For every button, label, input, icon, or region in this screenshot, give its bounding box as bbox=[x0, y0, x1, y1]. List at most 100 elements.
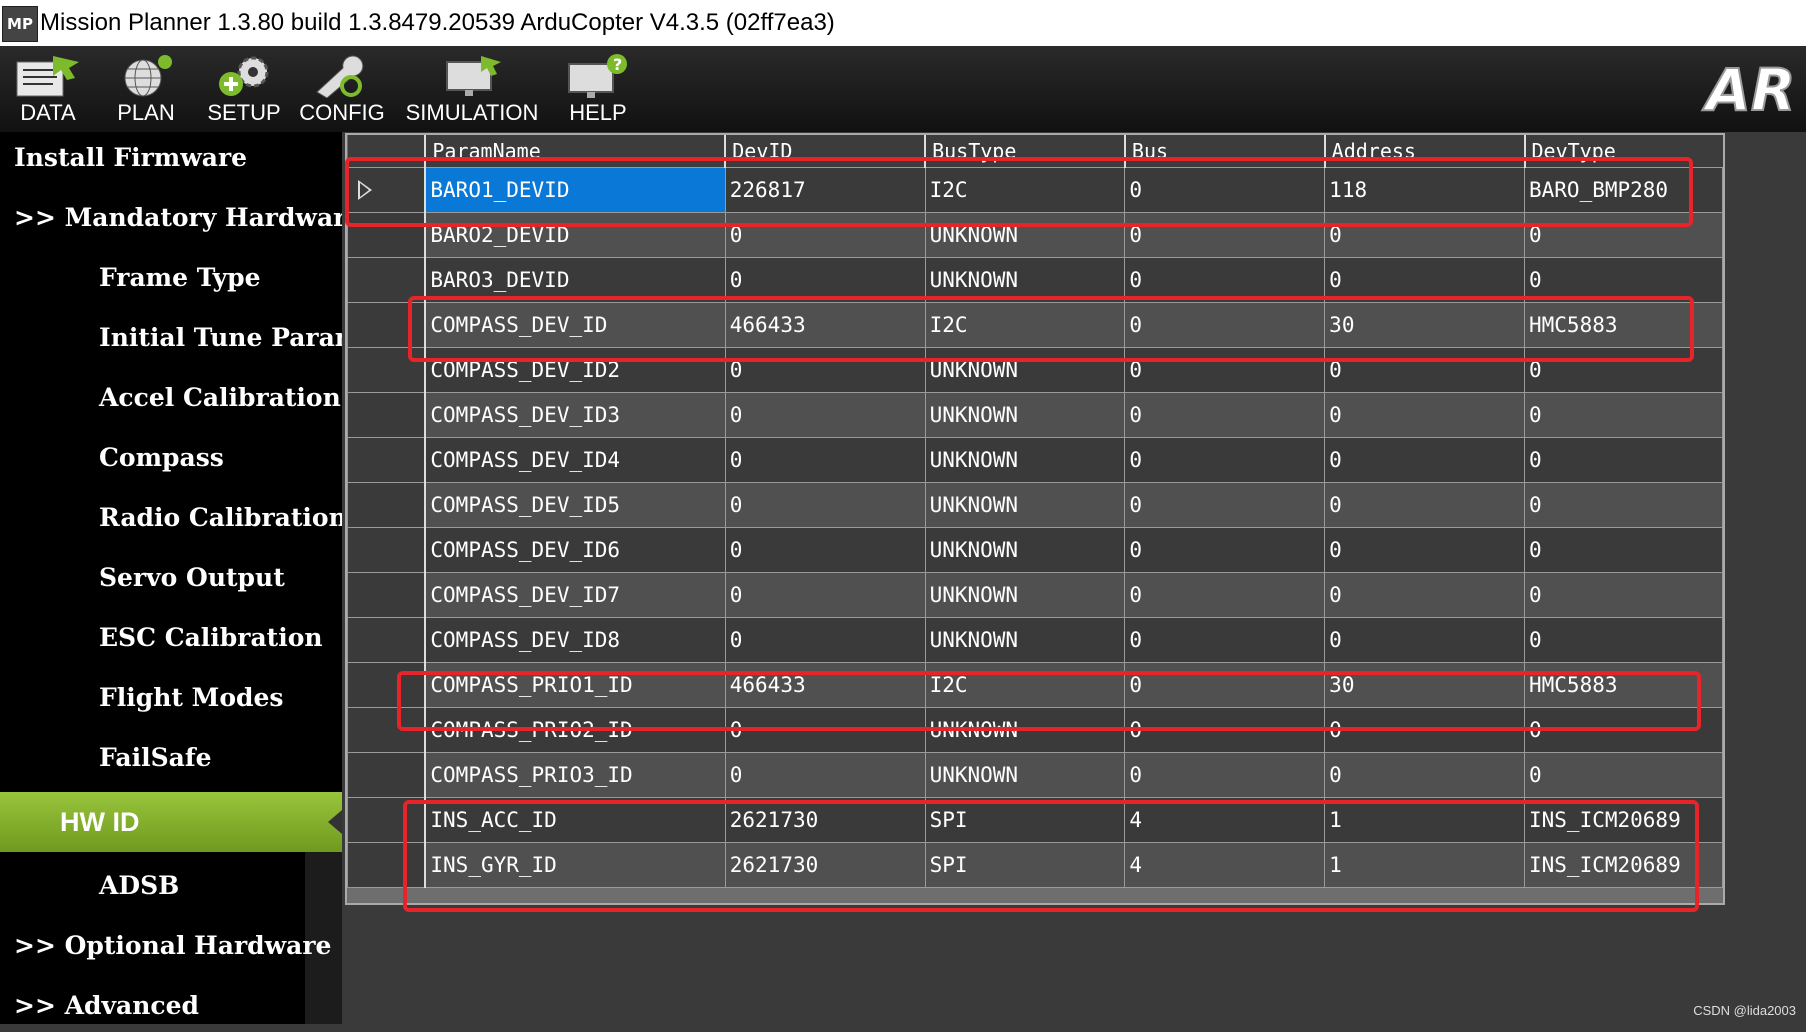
column-header[interactable]: BusType bbox=[924, 135, 1125, 168]
table-cell[interactable]: 1 bbox=[1324, 842, 1525, 888]
table-cell[interactable]: COMPASS_DEV_ID5 bbox=[424, 482, 726, 528]
table-cell[interactable]: 0 bbox=[1524, 482, 1723, 528]
row-header[interactable] bbox=[347, 167, 427, 213]
table-row[interactable]: COMPASS_DEV_ID 466433 I2C 0 30 HMC5883 bbox=[347, 302, 1723, 348]
row-header[interactable] bbox=[347, 707, 427, 753]
table-row[interactable]: COMPASS_DEV_ID3 0 UNKNOWN 0 0 0 bbox=[347, 392, 1723, 438]
table-cell[interactable]: 0 bbox=[1524, 572, 1723, 618]
row-header[interactable] bbox=[347, 257, 427, 303]
setup-button[interactable]: SETUP bbox=[202, 46, 286, 132]
table-cell[interactable]: 0 bbox=[1124, 167, 1326, 213]
table-cell[interactable]: SPI bbox=[924, 797, 1126, 843]
table-cell[interactable]: 0 bbox=[1324, 482, 1525, 528]
table-row[interactable]: BARO3_DEVID 0 UNKNOWN 0 0 0 bbox=[347, 257, 1723, 303]
table-cell[interactable]: 0 bbox=[1124, 572, 1326, 618]
table-cell[interactable]: COMPASS_DEV_ID2 bbox=[424, 347, 726, 393]
table-cell[interactable]: 0 bbox=[1324, 707, 1525, 753]
row-header[interactable] bbox=[347, 617, 427, 663]
table-row[interactable]: COMPASS_DEV_ID5 0 UNKNOWN 0 0 0 bbox=[347, 482, 1723, 528]
table-cell[interactable]: 0 bbox=[1524, 752, 1723, 798]
table-cell[interactable]: 466433 bbox=[724, 302, 926, 348]
table-cell[interactable]: BARO2_DEVID bbox=[424, 212, 726, 258]
table-row[interactable]: INS_ACC_ID 2621730 SPI 4 1 INS_ICM20689 bbox=[347, 797, 1723, 843]
table-cell[interactable]: 30 bbox=[1324, 302, 1525, 348]
table-row[interactable]: COMPASS_DEV_ID7 0 UNKNOWN 0 0 0 bbox=[347, 572, 1723, 618]
table-cell[interactable]: COMPASS_PRIO2_ID bbox=[424, 707, 726, 753]
table-cell[interactable]: 0 bbox=[1324, 752, 1525, 798]
column-header[interactable]: Address bbox=[1323, 135, 1525, 168]
table-cell[interactable]: UNKNOWN bbox=[924, 527, 1126, 573]
table-cell[interactable]: 226817 bbox=[724, 167, 926, 213]
row-header[interactable] bbox=[347, 347, 427, 393]
table-cell[interactable]: 0 bbox=[724, 437, 926, 483]
table-cell[interactable]: INS_ACC_ID bbox=[424, 797, 726, 843]
table-row[interactable]: BARO1_DEVID 226817 I2C 0 118 BARO_BMP280 bbox=[347, 167, 1723, 213]
sidebar-item-esc-calibration[interactable]: ESC Calibration bbox=[0, 612, 342, 664]
table-cell[interactable]: HMC5883 bbox=[1524, 302, 1723, 348]
table-cell[interactable]: 0 bbox=[1124, 257, 1326, 303]
column-header[interactable]: DevType bbox=[1523, 135, 1723, 168]
table-cell[interactable]: 0 bbox=[1324, 527, 1525, 573]
table-cell[interactable]: 0 bbox=[1124, 212, 1326, 258]
table-row[interactable]: COMPASS_PRIO2_ID 0 UNKNOWN 0 0 0 bbox=[347, 707, 1723, 753]
table-cell[interactable]: 4 bbox=[1124, 842, 1326, 888]
sidebar-item-failsafe[interactable]: FailSafe bbox=[0, 732, 342, 784]
table-cell[interactable]: 0 bbox=[1324, 572, 1525, 618]
table-cell[interactable]: 466433 bbox=[724, 662, 926, 708]
table-cell[interactable]: 0 bbox=[1124, 707, 1326, 753]
table-cell[interactable]: BARO3_DEVID bbox=[424, 257, 726, 303]
table-cell[interactable]: 1 bbox=[1324, 797, 1525, 843]
sidebar-item-radio-calibration[interactable]: Radio Calibration bbox=[0, 492, 342, 544]
column-header[interactable]: Bus bbox=[1123, 135, 1325, 168]
plan-button[interactable]: PLAN bbox=[108, 46, 184, 132]
table-cell[interactable]: 0 bbox=[1524, 347, 1723, 393]
table-cell[interactable]: BARO1_DEVID bbox=[424, 167, 726, 213]
table-cell[interactable]: 0 bbox=[1124, 617, 1326, 663]
table-cell[interactable]: 0 bbox=[724, 212, 926, 258]
row-header[interactable] bbox=[347, 437, 427, 483]
table-cell[interactable]: UNKNOWN bbox=[924, 707, 1126, 753]
table-row[interactable]: COMPASS_DEV_ID4 0 UNKNOWN 0 0 0 bbox=[347, 437, 1723, 483]
sidebar-item-accel-calibration[interactable]: Accel Calibration bbox=[0, 372, 342, 424]
table-cell[interactable]: COMPASS_DEV_ID4 bbox=[424, 437, 726, 483]
table-cell[interactable]: I2C bbox=[924, 302, 1126, 348]
sidebar-item-advanced[interactable]: >> Advanced bbox=[0, 980, 342, 1032]
table-cell[interactable]: 0 bbox=[724, 752, 926, 798]
table-cell[interactable]: COMPASS_DEV_ID6 bbox=[424, 527, 726, 573]
table-cell[interactable]: COMPASS_DEV_ID7 bbox=[424, 572, 726, 618]
table-cell[interactable]: COMPASS_DEV_ID3 bbox=[424, 392, 726, 438]
table-cell[interactable]: 0 bbox=[1124, 437, 1326, 483]
table-cell[interactable]: 0 bbox=[1324, 257, 1525, 303]
table-cell[interactable]: 0 bbox=[1524, 437, 1723, 483]
table-cell[interactable]: UNKNOWN bbox=[924, 572, 1126, 618]
row-header[interactable] bbox=[347, 842, 427, 888]
table-cell[interactable]: 0 bbox=[1124, 662, 1326, 708]
data-button[interactable]: DATA bbox=[10, 46, 86, 132]
table-cell[interactable]: 0 bbox=[724, 257, 926, 303]
table-cell[interactable]: 30 bbox=[1324, 662, 1525, 708]
table-cell[interactable]: I2C bbox=[924, 662, 1126, 708]
table-cell[interactable]: 0 bbox=[1124, 527, 1326, 573]
row-header[interactable] bbox=[347, 797, 427, 843]
table-cell[interactable]: 0 bbox=[724, 347, 926, 393]
table-cell[interactable]: 0 bbox=[1124, 347, 1326, 393]
table-cell[interactable]: BARO_BMP280 bbox=[1524, 167, 1723, 213]
table-cell[interactable]: 0 bbox=[1524, 392, 1723, 438]
sidebar-item-hw-id[interactable]: HW ID bbox=[0, 792, 342, 852]
table-cell[interactable]: 0 bbox=[1324, 437, 1525, 483]
row-header[interactable] bbox=[347, 752, 427, 798]
table-row[interactable]: COMPASS_DEV_ID2 0 UNKNOWN 0 0 0 bbox=[347, 347, 1723, 393]
table-cell[interactable]: 0 bbox=[724, 392, 926, 438]
table-cell[interactable]: 0 bbox=[1324, 212, 1525, 258]
table-cell[interactable]: 0 bbox=[1524, 617, 1723, 663]
table-cell[interactable]: 0 bbox=[1524, 257, 1723, 303]
table-row[interactable]: INS_GYR_ID 2621730 SPI 4 1 INS_ICM20689 bbox=[347, 842, 1723, 888]
row-header[interactable] bbox=[347, 392, 427, 438]
sidebar-item-servo-output[interactable]: Servo Output bbox=[0, 552, 342, 604]
table-row[interactable]: BARO2_DEVID 0 UNKNOWN 0 0 0 bbox=[347, 212, 1723, 258]
table-cell[interactable]: UNKNOWN bbox=[924, 392, 1126, 438]
table-row[interactable]: COMPASS_DEV_ID8 0 UNKNOWN 0 0 0 bbox=[347, 617, 1723, 663]
table-cell[interactable]: 0 bbox=[1124, 482, 1326, 528]
help-button[interactable]: ? HELP bbox=[560, 46, 636, 132]
table-row[interactable]: COMPASS_PRIO1_ID 466433 I2C 0 30 HMC5883 bbox=[347, 662, 1723, 708]
